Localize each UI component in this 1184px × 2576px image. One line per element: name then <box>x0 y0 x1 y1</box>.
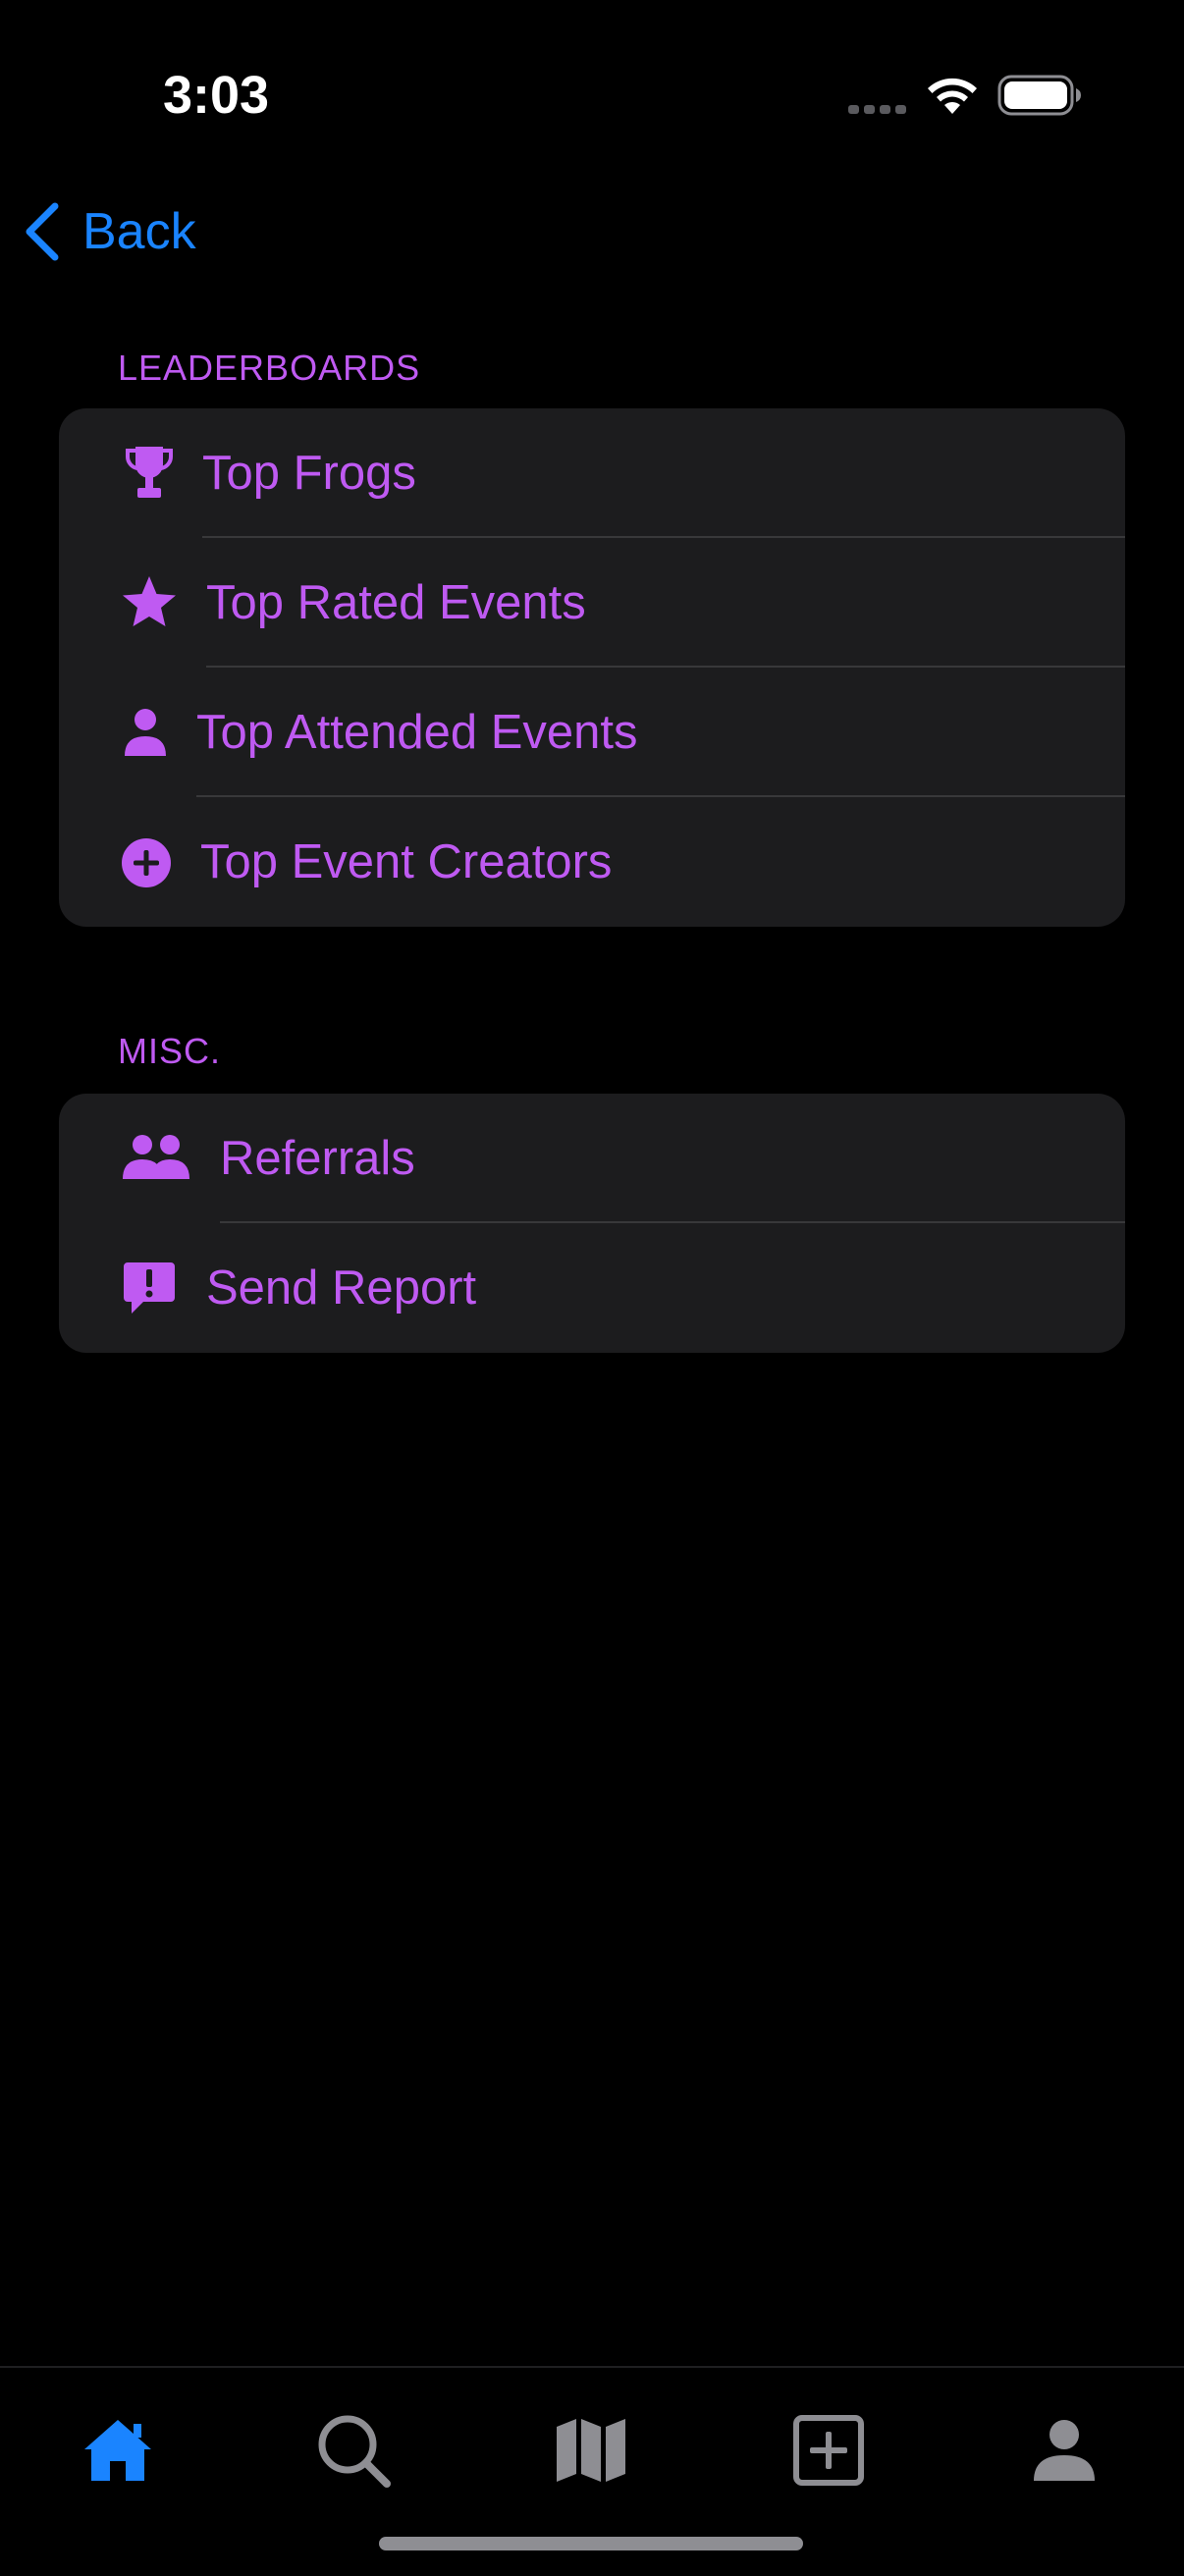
home-icon <box>84 2420 151 2481</box>
trophy-icon <box>122 444 177 503</box>
tab-map[interactable] <box>544 2403 638 2497</box>
row-referrals[interactable]: Referrals <box>59 1094 1125 1223</box>
leaderboards-group: Top Frogs Top Rated Events Top Attended … <box>59 408 1125 927</box>
tab-create[interactable] <box>781 2403 876 2497</box>
status-time: 3:03 <box>163 66 270 125</box>
row-label: Top Attended Events <box>196 706 638 759</box>
people-icon <box>122 1133 192 1182</box>
row-send-report[interactable]: Send Report <box>59 1223 1125 1353</box>
back-label: Back <box>82 203 196 260</box>
row-label: Top Rated Events <box>206 576 586 629</box>
home-indicator <box>379 2537 803 2550</box>
wifi-icon <box>928 78 977 114</box>
row-label: Top Event Creators <box>200 835 613 888</box>
report-bubble-icon <box>122 1259 177 1317</box>
row-label: Referrals <box>220 1132 415 1185</box>
row-top-event-creators[interactable]: Top Event Creators <box>59 797 1125 927</box>
misc-group: Referrals Send Report <box>59 1094 1125 1353</box>
row-top-attended-events[interactable]: Top Attended Events <box>59 668 1125 797</box>
cellular-signal-icon <box>848 105 906 114</box>
battery-icon <box>997 75 1081 116</box>
row-top-rated-events[interactable]: Top Rated Events <box>59 538 1125 668</box>
star-icon <box>120 573 179 632</box>
row-label: Send Report <box>206 1261 477 1315</box>
back-button[interactable]: Back <box>24 192 196 271</box>
status-bar: 3:03 <box>0 0 1184 196</box>
search-icon <box>318 2415 391 2488</box>
profile-icon <box>1034 2420 1095 2481</box>
add-square-icon <box>793 2415 864 2486</box>
tab-search[interactable] <box>306 2403 401 2497</box>
section-header-misc: MISC. <box>118 1031 222 1071</box>
row-label: Top Frogs <box>202 447 416 500</box>
chevron-left-icon <box>26 202 59 261</box>
section-header-leaderboards: LEADERBOARDS <box>118 348 421 388</box>
person-icon <box>122 705 169 760</box>
map-icon <box>557 2419 625 2482</box>
tab-profile[interactable] <box>1017 2403 1111 2497</box>
tab-home[interactable] <box>71 2403 165 2497</box>
plus-circle-icon <box>120 836 173 889</box>
row-top-frogs[interactable]: Top Frogs <box>59 408 1125 538</box>
